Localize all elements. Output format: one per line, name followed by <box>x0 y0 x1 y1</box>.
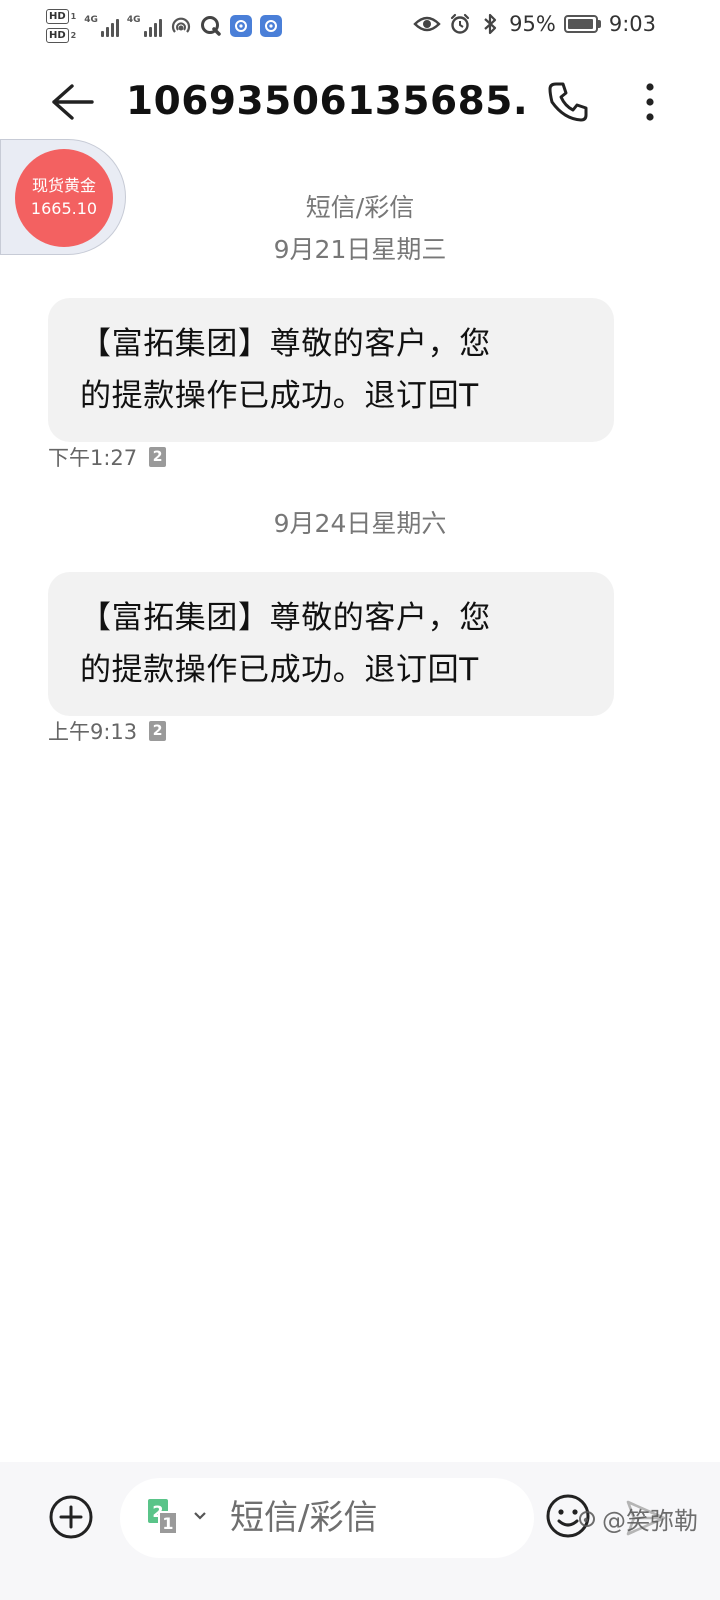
message-text-line: 【富拓集团】尊敬的客户，您 <box>80 326 491 362</box>
status-bar: HD 1 HD 2 4G 4G 95% 9:03 <box>0 0 720 50</box>
hd-icon: HD 2 <box>46 28 76 43</box>
watermark-text: @笑弥勒 <box>602 1506 698 1535</box>
add-attachment-button[interactable] <box>44 1490 98 1544</box>
message-time: 上午9:13 <box>48 720 138 744</box>
back-button[interactable] <box>44 74 100 130</box>
hotspot-icon <box>170 15 192 37</box>
sim-card-icon: 2 <box>149 447 167 467</box>
status-time: 9:03 <box>608 12 656 36</box>
status-left: HD 1 HD 2 4G 4G <box>46 4 282 48</box>
network-type: 4G <box>126 15 141 25</box>
hd-sim-number: 2 <box>70 31 77 40</box>
sim-card-icon: 2 <box>149 721 167 741</box>
hd-indicators: HD 1 HD 2 <box>46 9 76 43</box>
chevron-down-icon <box>190 1506 210 1526</box>
messages-screen: HD 1 HD 2 4G 4G 95% 9:03 10693506135685.… <box>0 0 720 1600</box>
message-text-line: 【富拓集团】尊敬的客户，您 <box>80 600 491 636</box>
more-options-button[interactable] <box>630 74 670 130</box>
sim-1-icon: 1 <box>158 1511 178 1535</box>
message-input-placeholder: 短信/彩信 <box>230 1498 378 1538</box>
battery-icon <box>563 15 601 33</box>
message-text-line: 的提款操作已成功。退订回T <box>80 652 479 688</box>
call-button[interactable] <box>540 74 596 130</box>
message-bubble[interactable]: 【富拓集团】尊敬的客户，您 的提款操作已成功。退订回T <box>48 298 614 442</box>
hd-label: HD <box>46 28 69 43</box>
more-vertical-icon <box>646 83 654 121</box>
sim-selector[interactable]: 2 1 <box>148 1499 218 1537</box>
contact-number: 10693506135685... <box>126 79 526 124</box>
message-bubble[interactable]: 【富拓集团】尊敬的客户，您 的提款操作已成功。退订回T <box>48 572 614 716</box>
signal-icon: 4G <box>127 15 162 37</box>
alarm-icon <box>449 13 471 35</box>
network-type: 4G <box>84 15 98 25</box>
conversation-header: 10693506135685... <box>0 62 720 142</box>
weibo-logo-icon <box>579 1511 595 1527</box>
phone-icon <box>548 82 588 122</box>
battery-percent: 95% <box>509 12 556 36</box>
app-notify-icon <box>259 15 282 37</box>
date-separator: 9月24日星期六 <box>273 509 447 538</box>
hd-sim-number: 1 <box>70 12 77 21</box>
signal-icon: 4G <box>84 15 119 37</box>
app-notify-icon <box>229 15 252 37</box>
message-input[interactable]: 2 1 短信/彩信 <box>120 1478 534 1558</box>
hd-label: HD <box>46 9 69 24</box>
status-right: 95% 9:03 <box>413 8 656 40</box>
hd-icon: HD 1 <box>46 9 76 24</box>
back-arrow-icon <box>52 84 94 120</box>
message-composer: 2 1 短信/彩信 @笑弥勒 <box>0 1462 720 1600</box>
watermark: @笑弥勒 <box>576 1498 716 1538</box>
message-meta: 上午9:13 2 <box>48 718 167 744</box>
date-separator: 9月21日星期三 <box>273 235 447 264</box>
eye-icon <box>413 13 441 35</box>
app-q-icon <box>200 15 222 37</box>
message-meta: 下午1:27 2 <box>48 444 167 470</box>
bluetooth-icon <box>479 13 501 35</box>
plus-circle-icon <box>49 1495 93 1539</box>
message-text-line: 的提款操作已成功。退订回T <box>80 378 479 414</box>
message-time: 下午1:27 <box>48 446 138 470</box>
message-type-label: 短信/彩信 <box>305 193 415 222</box>
